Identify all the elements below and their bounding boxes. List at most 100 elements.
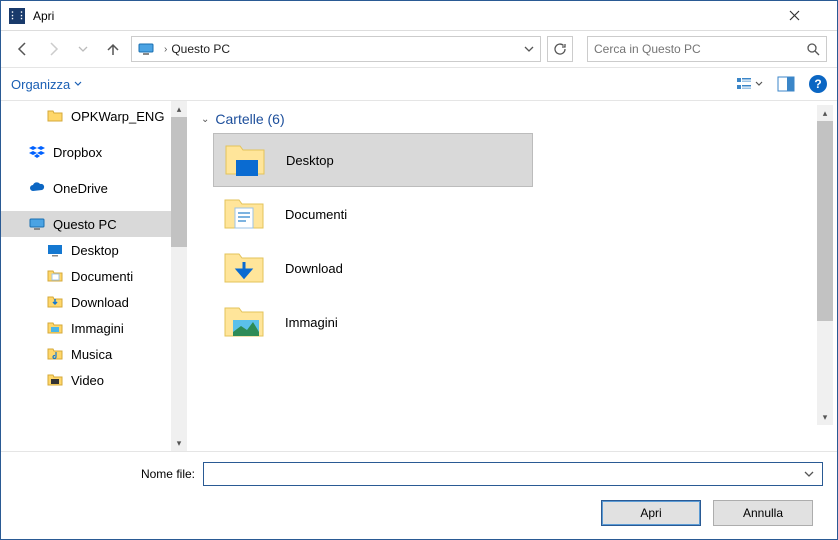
list-item-documents[interactable]: Documenti (213, 187, 533, 241)
item-label: Documenti (285, 207, 347, 222)
tree-label: Documenti (71, 269, 133, 284)
button-row: Apri Annulla (15, 500, 823, 526)
tree-item-music[interactable]: Musica (1, 341, 171, 367)
scroll-thumb[interactable] (171, 117, 187, 247)
onedrive-icon (29, 180, 45, 196)
preview-pane-icon (777, 76, 795, 92)
pictures-folder-icon (221, 302, 267, 342)
group-header-cartelle[interactable]: ⌄ Cartelle (6) (201, 111, 803, 127)
cancel-button[interactable]: Annulla (713, 500, 813, 526)
breadcrumb-location[interactable]: Questo PC (171, 42, 230, 56)
chevron-down-icon (524, 44, 534, 54)
tree-label: Musica (71, 347, 112, 362)
content-area[interactable]: ⌄ Cartelle (6) Desktop Documenti (187, 101, 817, 451)
scroll-up-icon[interactable]: ▴ (817, 105, 833, 121)
tree-label: Questo PC (53, 217, 117, 232)
view-icon (736, 76, 752, 92)
tree-label: Immagini (71, 321, 124, 336)
filename-combo[interactable] (203, 462, 823, 486)
pc-icon (138, 41, 154, 57)
tree-item-opkwarp[interactable]: OPKWarp_ENG (1, 103, 171, 129)
list-item-desktop[interactable]: Desktop (213, 133, 533, 187)
group-label: Cartelle (6) (215, 111, 284, 127)
main-scrollbar[interactable]: ▴ ▾ (817, 105, 833, 425)
arrow-left-icon (15, 41, 31, 57)
forward-button[interactable] (41, 37, 65, 61)
arrow-up-icon (105, 41, 121, 57)
search-input[interactable] (594, 42, 806, 56)
item-label: Immagini (285, 315, 338, 330)
scroll-down-icon[interactable]: ▾ (817, 409, 833, 425)
desktop-icon (47, 242, 63, 258)
folder-icon (47, 108, 63, 124)
up-button[interactable] (101, 37, 125, 61)
chevron-down-icon (804, 469, 814, 479)
back-button[interactable] (11, 37, 35, 61)
refresh-button[interactable] (547, 36, 573, 62)
desktop-folder-icon (222, 140, 268, 180)
scroll-up-icon[interactable]: ▴ (171, 101, 187, 117)
sidebar-scrollbar[interactable]: ▴ ▾ (171, 101, 187, 451)
tree-item-video[interactable]: Video (1, 367, 171, 393)
address-dropdown[interactable] (524, 44, 534, 54)
tree-label: Video (71, 373, 104, 388)
item-label: Desktop (286, 153, 334, 168)
scroll-thumb[interactable] (817, 121, 833, 321)
filename-row: Nome file: (15, 462, 823, 486)
view-options-button[interactable] (736, 76, 763, 92)
close-button[interactable] (789, 10, 829, 21)
downloads-folder-icon (221, 248, 267, 288)
downloads-icon (47, 294, 63, 310)
scroll-track[interactable] (171, 247, 187, 435)
organize-label: Organizza (11, 77, 70, 92)
recent-dropdown[interactable] (71, 37, 95, 61)
titlebar: ⋮⋮ Apri (1, 1, 837, 31)
toolbar: Organizza ? (1, 67, 837, 101)
chevron-down-icon (755, 80, 763, 88)
chevron-down-icon (78, 44, 88, 54)
search-icon[interactable] (806, 42, 820, 56)
filename-input[interactable] (208, 467, 800, 481)
scroll-down-icon[interactable]: ▾ (171, 435, 187, 451)
tree-label: Desktop (71, 243, 119, 258)
item-label: Download (285, 261, 343, 276)
documents-icon (47, 268, 63, 284)
tree-label: Dropbox (53, 145, 102, 160)
filename-dropdown[interactable] (800, 469, 818, 479)
help-button[interactable]: ? (809, 75, 827, 93)
preview-pane-button[interactable] (777, 76, 795, 92)
tree-item-thispc[interactable]: Questo PC (1, 211, 171, 237)
search-box[interactable] (587, 36, 827, 62)
tree-label: OPKWarp_ENG (71, 109, 164, 124)
tree-item-downloads[interactable]: Download (1, 289, 171, 315)
chevron-down-icon (74, 80, 82, 88)
scroll-track[interactable] (817, 321, 833, 409)
tree-item-desktop[interactable]: Desktop (1, 237, 171, 263)
dropbox-icon (29, 144, 45, 160)
help-icon: ? (814, 77, 821, 91)
refresh-icon (553, 42, 567, 56)
tree-item-pictures[interactable]: Immagini (1, 315, 171, 341)
video-icon (47, 372, 63, 388)
main-panel: ⌄ Cartelle (6) Desktop Documenti (187, 101, 837, 451)
pc-icon (29, 216, 45, 232)
sidebar: OPKWarp_ENG Dropbox OneDrive Questo PC D… (1, 101, 187, 451)
address-bar[interactable]: › Questo PC (131, 36, 541, 62)
tree-item-onedrive[interactable]: OneDrive (1, 175, 171, 201)
filename-label: Nome file: (15, 467, 195, 481)
open-button[interactable]: Apri (601, 500, 701, 526)
footer: Nome file: Apri Annulla (1, 451, 837, 538)
chevron-down-icon: ⌄ (201, 114, 209, 125)
item-list: Desktop Documenti Download (201, 133, 803, 349)
tree-label: OneDrive (53, 181, 108, 196)
tree-item-documents[interactable]: Documenti (1, 263, 171, 289)
list-item-pictures[interactable]: Immagini (213, 295, 533, 349)
app-icon: ⋮⋮ (9, 8, 25, 24)
nav-row: › Questo PC (1, 31, 837, 67)
nav-tree[interactable]: OPKWarp_ENG Dropbox OneDrive Questo PC D… (1, 101, 171, 451)
organize-menu[interactable]: Organizza (11, 77, 82, 92)
tree-item-dropbox[interactable]: Dropbox (1, 139, 171, 165)
list-item-downloads[interactable]: Download (213, 241, 533, 295)
documents-folder-icon (221, 194, 267, 234)
pictures-icon (47, 320, 63, 336)
